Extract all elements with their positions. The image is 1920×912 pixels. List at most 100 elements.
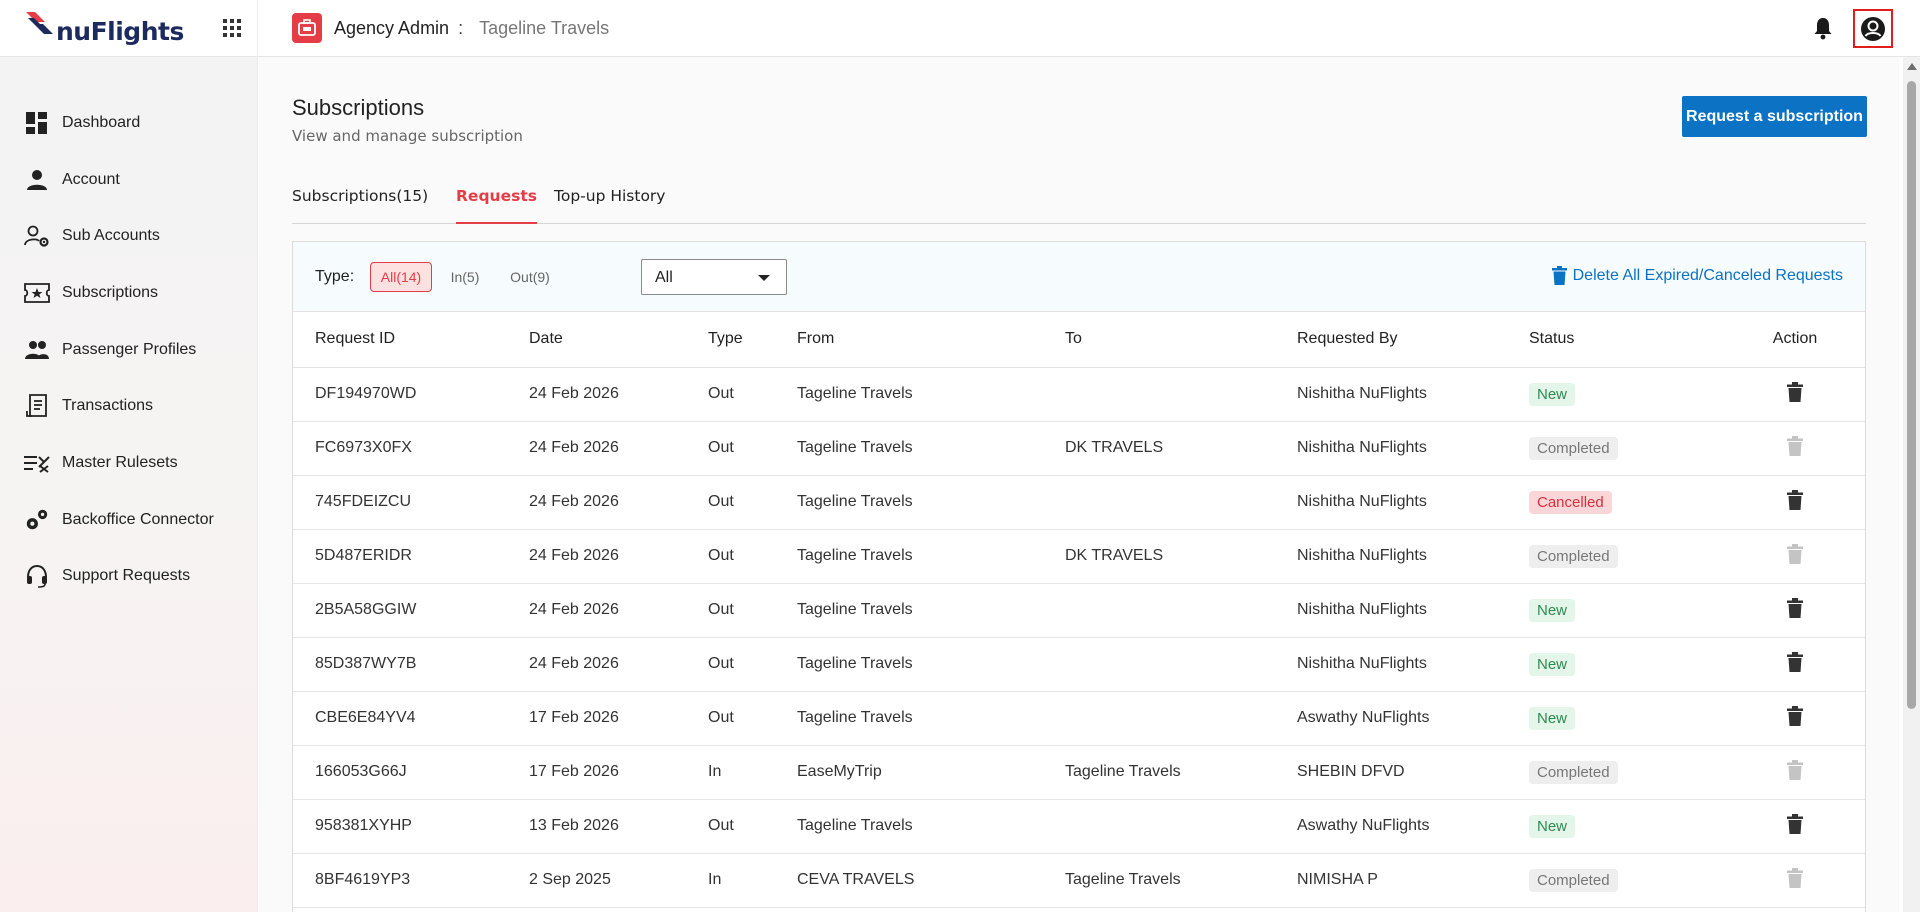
- tab-subscriptions[interactable]: Subscriptions(15): [292, 185, 428, 224]
- top-bar: nuFlights Agency Admin : Tageline Travel…: [0, 0, 1920, 57]
- filter-bar: Type: All(14) In(5) Out(9) All Delete Al…: [293, 242, 1865, 312]
- status-cell: Completed: [1507, 529, 1725, 584]
- table-header-row: Request ID Date Type From To Requested B…: [293, 312, 1865, 368]
- request-id-cell: 5D487ERIDR: [293, 529, 507, 584]
- type-cell: Out: [686, 691, 775, 746]
- status-cell: Completed: [1507, 745, 1725, 800]
- action-cell: [1725, 529, 1865, 584]
- type-cell: In: [686, 745, 775, 800]
- status-cell: New: [1507, 637, 1725, 692]
- date-cell: 13 Feb 2026: [507, 799, 686, 854]
- action-cell: [1725, 475, 1865, 530]
- type-cell: Out: [686, 583, 775, 638]
- vertical-scrollbar[interactable]: [1903, 57, 1920, 912]
- status-badge: New: [1529, 814, 1576, 838]
- delete-row-trash-icon[interactable]: [1787, 597, 1803, 623]
- sidebar-item-sub-accounts[interactable]: Sub Accounts: [0, 216, 258, 256]
- sidebar: Dashboard Account Sub Accounts Subscript…: [0, 57, 258, 912]
- type-chip-out[interactable]: Out(9): [505, 262, 555, 292]
- scrollbar-thumb[interactable]: [1907, 81, 1916, 709]
- requested-by-cell: Nishitha NuFlights: [1275, 421, 1507, 476]
- delete-row-trash-icon: [1787, 543, 1803, 569]
- date-cell: 2 Sep 2025: [507, 853, 686, 908]
- from-cell: Tageline Travels: [775, 367, 1043, 422]
- receipt-icon: [24, 393, 50, 419]
- action-cell: [1725, 637, 1865, 692]
- from-cell: Tageline Travels: [775, 799, 1043, 854]
- tab-requests[interactable]: Requests: [456, 185, 537, 224]
- caret-down-icon: [758, 275, 770, 281]
- column-header-requested-by[interactable]: Requested By: [1275, 312, 1507, 368]
- to-cell: [1043, 367, 1275, 422]
- status-badge: New: [1529, 598, 1576, 622]
- to-cell: [1043, 691, 1275, 746]
- status-badge: Completed: [1529, 760, 1618, 784]
- sidebar-item-label: Sub Accounts: [62, 227, 160, 244]
- column-header-status[interactable]: Status: [1507, 312, 1725, 368]
- status-cell: New: [1507, 691, 1725, 746]
- apps-grid-icon[interactable]: [222, 18, 242, 38]
- delete-row-trash-icon[interactable]: [1787, 489, 1803, 515]
- table-row: 2B5A58GGIW 24 Feb 2026 Out Tageline Travels…: [293, 583, 1865, 638]
- column-header-to[interactable]: To: [1043, 312, 1275, 368]
- sidebar-item-account[interactable]: Account: [0, 160, 258, 200]
- notification-bell-icon[interactable]: [1812, 16, 1834, 40]
- status-badge: Completed: [1529, 868, 1618, 892]
- sidebar-item-subscriptions[interactable]: Subscriptions: [0, 273, 258, 313]
- sidebar-item-passenger-profiles[interactable]: Passenger Profiles: [0, 330, 258, 370]
- table-row: 745FDEIZCU 24 Feb 2026 Out Tageline Travels…: [293, 475, 1865, 530]
- delete-row-trash-icon[interactable]: [1787, 813, 1803, 839]
- requested-by-cell: Nishitha NuFlights: [1275, 367, 1507, 422]
- date-cell: 17 Feb 2026: [507, 691, 686, 746]
- table-row: 166053G66J 17 Feb 2026 In EaseMyTrip Tagelin…: [293, 745, 1865, 800]
- status-filter-select[interactable]: All: [641, 259, 787, 295]
- account-button[interactable]: [1853, 9, 1893, 48]
- to-cell: [1043, 583, 1275, 638]
- type-chip-in[interactable]: In(5): [445, 262, 485, 292]
- from-cell: Tageline Travels: [775, 691, 1043, 746]
- sidebar-item-label: Transactions: [62, 397, 153, 414]
- table-row: FC6973X0FX 24 Feb 2026 Out Tageline Travels…: [293, 421, 1865, 476]
- column-header-request-id[interactable]: Request ID: [293, 312, 507, 368]
- sidebar-item-backoffice-connector[interactable]: Backoffice Connector: [0, 500, 258, 540]
- scroll-up-arrow-icon[interactable]: [1907, 63, 1917, 70]
- logo-area: nuFlights: [0, 0, 258, 57]
- sidebar-item-label: Passenger Profiles: [62, 341, 197, 358]
- requested-by-cell: NIMISHA P: [1275, 853, 1507, 908]
- status-cell: New: [1507, 367, 1725, 422]
- table-row: DF194970WD 24 Feb 2026 Out Tageline Travels…: [293, 367, 1865, 422]
- request-id-cell: 745FDEIZCU: [293, 475, 507, 530]
- status-badge: Completed: [1529, 544, 1618, 568]
- delete-row-trash-icon[interactable]: [1787, 651, 1803, 677]
- delete-row-trash-icon: [1787, 435, 1803, 461]
- tab-topup-history[interactable]: Top-up History: [554, 185, 665, 224]
- account-circle-icon: [1861, 16, 1885, 41]
- requested-by-cell: Nishitha NuFlights: [1275, 529, 1507, 584]
- action-cell: [1725, 745, 1865, 800]
- sidebar-item-label: Backoffice Connector: [62, 511, 214, 528]
- type-chip-all[interactable]: All(14): [370, 262, 432, 292]
- table-row: 8BF4619YP3 2 Sep 2025 In CEVA TRAVELS Tageli…: [293, 853, 1865, 908]
- delete-all-expired-button[interactable]: Delete All Expired/Canceled Requests: [1551, 266, 1843, 285]
- sidebar-item-transactions[interactable]: Transactions: [0, 386, 258, 426]
- sidebar-item-support-requests[interactable]: Support Requests: [0, 556, 258, 596]
- delete-row-trash-icon[interactable]: [1787, 705, 1803, 731]
- status-cell: New: [1507, 583, 1725, 638]
- from-cell: Tageline Travels: [775, 421, 1043, 476]
- column-header-type[interactable]: Type: [686, 312, 775, 368]
- sidebar-item-label: Account: [62, 171, 120, 188]
- agency-name: Tageline Travels: [479, 17, 610, 38]
- action-cell: [1725, 853, 1865, 908]
- to-cell: Tageline Travels: [1043, 745, 1275, 800]
- delete-row-trash-icon[interactable]: [1787, 381, 1803, 407]
- person-icon: [24, 167, 50, 193]
- type-cell: Out: [686, 367, 775, 422]
- sidebar-item-master-rulesets[interactable]: Master Rulesets: [0, 443, 258, 483]
- status-filter-value: All: [655, 269, 673, 286]
- column-header-date[interactable]: Date: [507, 312, 686, 368]
- column-header-action: Action: [1725, 312, 1865, 368]
- status-cell: New: [1507, 799, 1725, 854]
- sidebar-item-dashboard[interactable]: Dashboard: [0, 103, 258, 143]
- request-subscription-button[interactable]: Request a subscription: [1682, 96, 1867, 137]
- column-header-from[interactable]: From: [775, 312, 1043, 368]
